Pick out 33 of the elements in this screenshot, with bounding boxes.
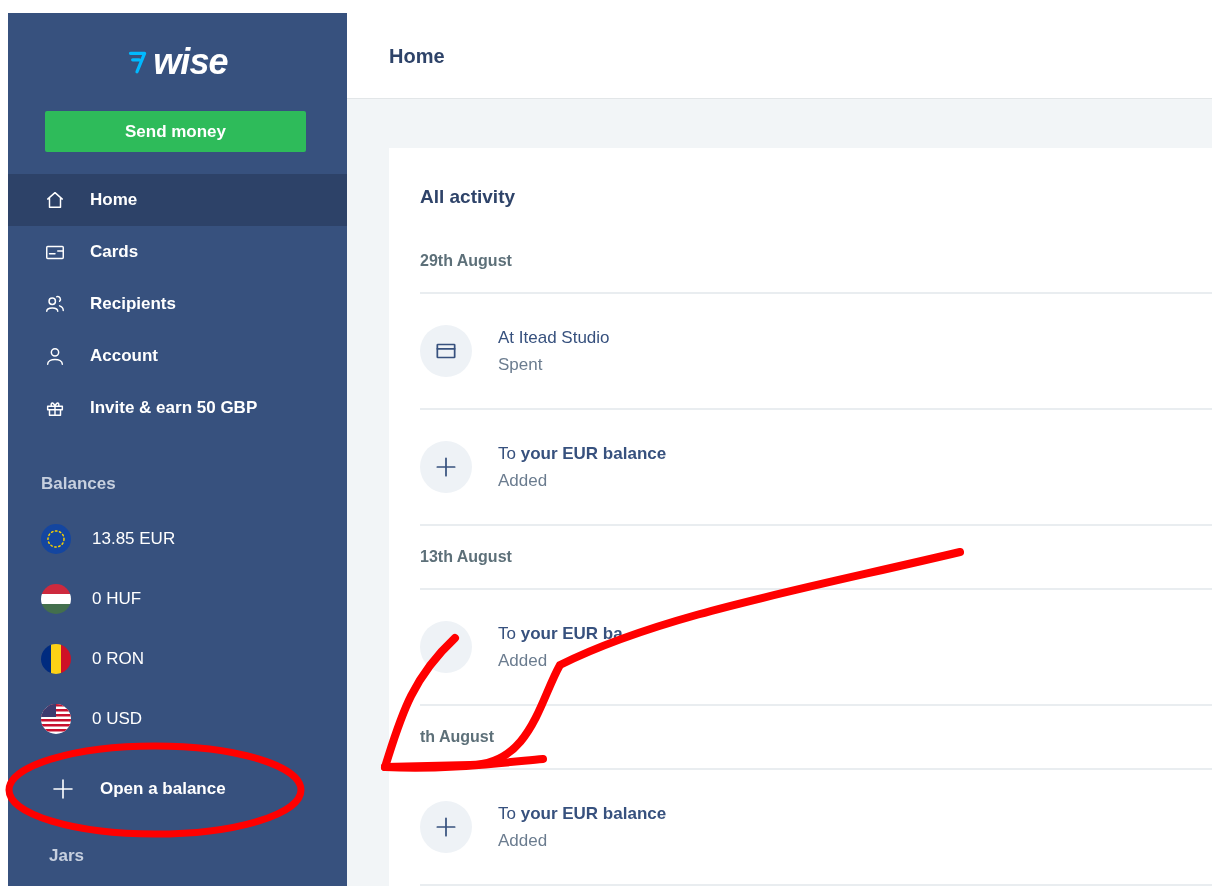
home-icon [44, 189, 66, 211]
us-flag-icon [40, 702, 72, 735]
section-heading: Jars [48, 844, 85, 867]
people-icon [44, 293, 66, 315]
activity-row[interactable]: To your EUR balance Added [420, 410, 1212, 526]
balance-item[interactable]: 0 HUF [8, 568, 347, 629]
balance-item[interactable]: 13.85 EUR [8, 508, 347, 569]
section-heading: Balances [40, 473, 117, 495]
eu-flag-icon [40, 522, 72, 555]
activity-row[interactable]: At Itead Studio Spent [420, 294, 1212, 410]
date-heading: 13th August [420, 526, 1212, 590]
page-title: Home [389, 43, 445, 69]
logo-text: wise [153, 44, 228, 80]
romania-flag-icon [40, 642, 72, 675]
activity-subtitle: Added [498, 830, 549, 852]
activity-subtitle: Added [498, 470, 549, 492]
activity-row[interactable]: To your EUR balance Added [420, 770, 1212, 886]
nav-item[interactable]: Home [8, 174, 347, 226]
flag-logo-icon [127, 49, 148, 75]
person-icon [44, 345, 66, 367]
balance-item[interactable]: 0 RON [8, 628, 347, 689]
activity-title: To your EUR balance [498, 802, 667, 825]
plus-icon [51, 776, 75, 801]
activity-subtitle: Spent [498, 354, 544, 376]
balance-item[interactable]: 0 USD [8, 688, 347, 749]
activity-title: At Itead Studio [498, 326, 610, 349]
section-title: All activity [420, 185, 517, 209]
activity-title: To your EUR balance [498, 442, 667, 465]
hungary-flag-icon [40, 582, 72, 615]
date-heading: 29th August [420, 230, 1212, 294]
open-balance-link[interactable]: Open a balance [8, 758, 347, 819]
date-heading: th August [420, 706, 1212, 770]
activity-subtitle: Added [498, 650, 549, 672]
